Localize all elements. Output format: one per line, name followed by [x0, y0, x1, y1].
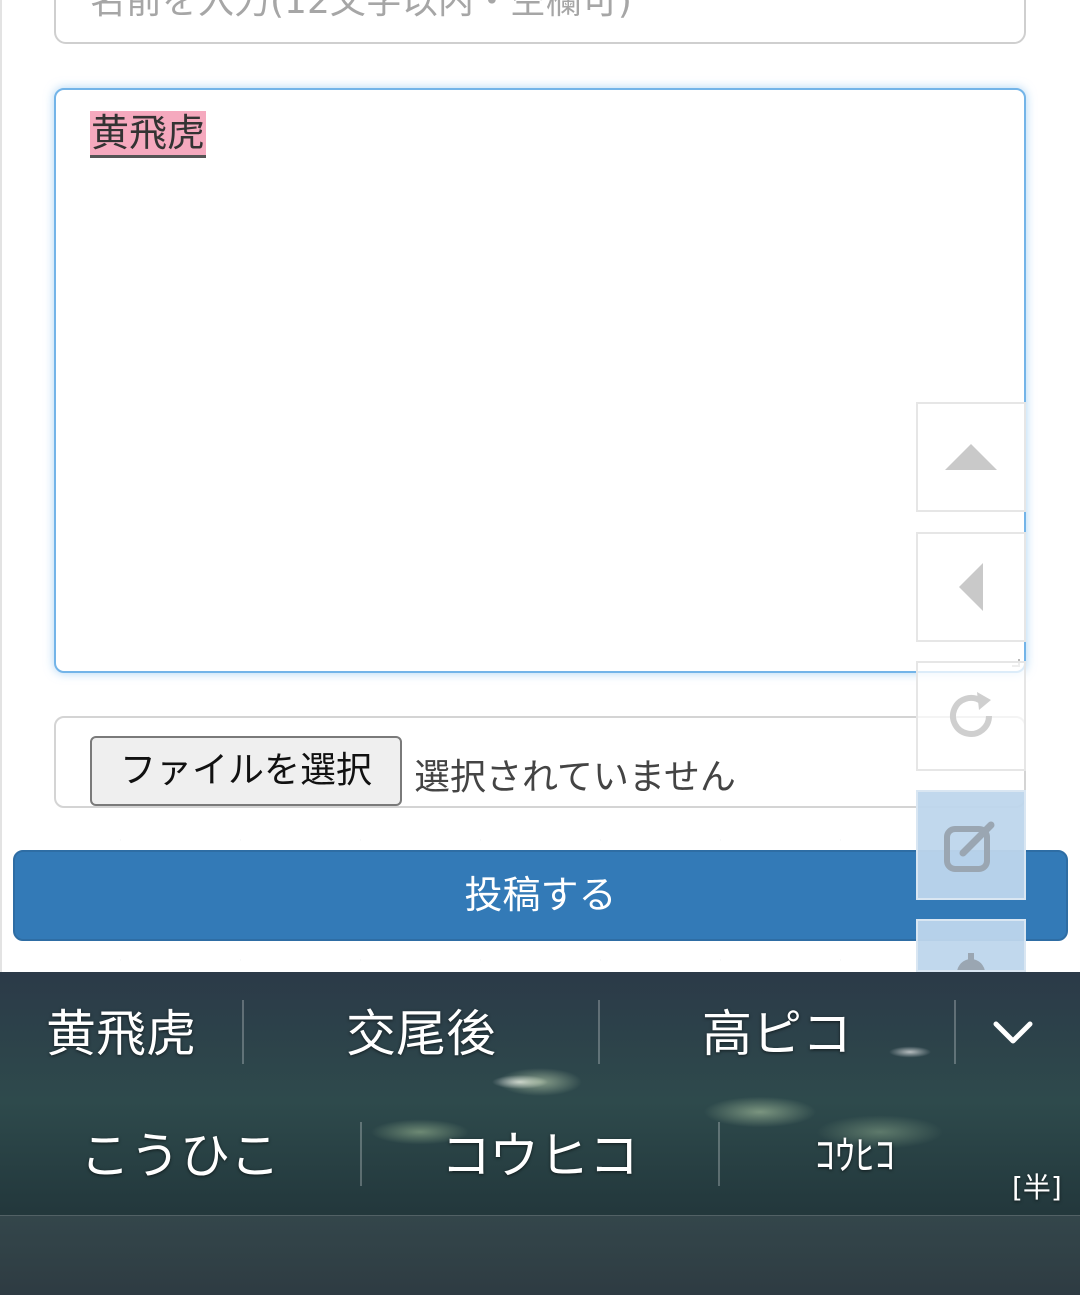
gear-icon — [957, 953, 985, 970]
choose-file-button[interactable]: ファイルを選択 — [90, 736, 402, 806]
ime-candidate[interactable]: 高ピコ — [600, 1002, 954, 1066]
edit-button[interactable] — [916, 790, 1026, 900]
settings-button[interactable] — [916, 919, 1026, 972]
scroll-top-button[interactable] — [916, 402, 1026, 512]
half-width-tag: [半] — [1012, 1171, 1062, 1204]
name-input[interactable]: 名前を入力(12文字以内・空欄可) — [54, 0, 1026, 44]
composing-text: 黄飛虎 — [90, 111, 207, 158]
submit-button[interactable]: 投稿する — [13, 850, 1068, 941]
ime-candidate[interactable]: 交尾後 — [244, 1002, 598, 1066]
back-button[interactable] — [916, 532, 1026, 642]
triangle-left-icon — [959, 563, 983, 611]
ime-candidate[interactable]: 黄飛虎 — [0, 1002, 242, 1066]
file-input[interactable]: ファイルを選択 選択されていません — [54, 716, 1026, 808]
file-status-text: 選択されていません — [414, 757, 736, 798]
candidate-separator — [954, 1000, 956, 1064]
refresh-icon — [950, 692, 992, 737]
chevron-down-icon — [993, 1021, 1033, 1044]
keyboard-key-row[interactable] — [0, 1215, 1080, 1296]
ime-candidate[interactable]: コウヒコ — [362, 1124, 718, 1188]
message-textarea[interactable]: 黄飛虎 — [54, 88, 1026, 673]
reload-button[interactable] — [916, 661, 1026, 771]
expand-candidates-button[interactable] — [990, 1014, 1036, 1054]
ime-candidate[interactable]: ｺｳﾋｺ — [720, 1124, 990, 1188]
triangle-up-icon — [945, 444, 997, 470]
name-placeholder: 名前を入力(12文字以内・空欄可) — [90, 0, 632, 22]
ime-candidate[interactable]: こうひこ — [0, 1124, 360, 1188]
edit-icon — [944, 821, 995, 872]
